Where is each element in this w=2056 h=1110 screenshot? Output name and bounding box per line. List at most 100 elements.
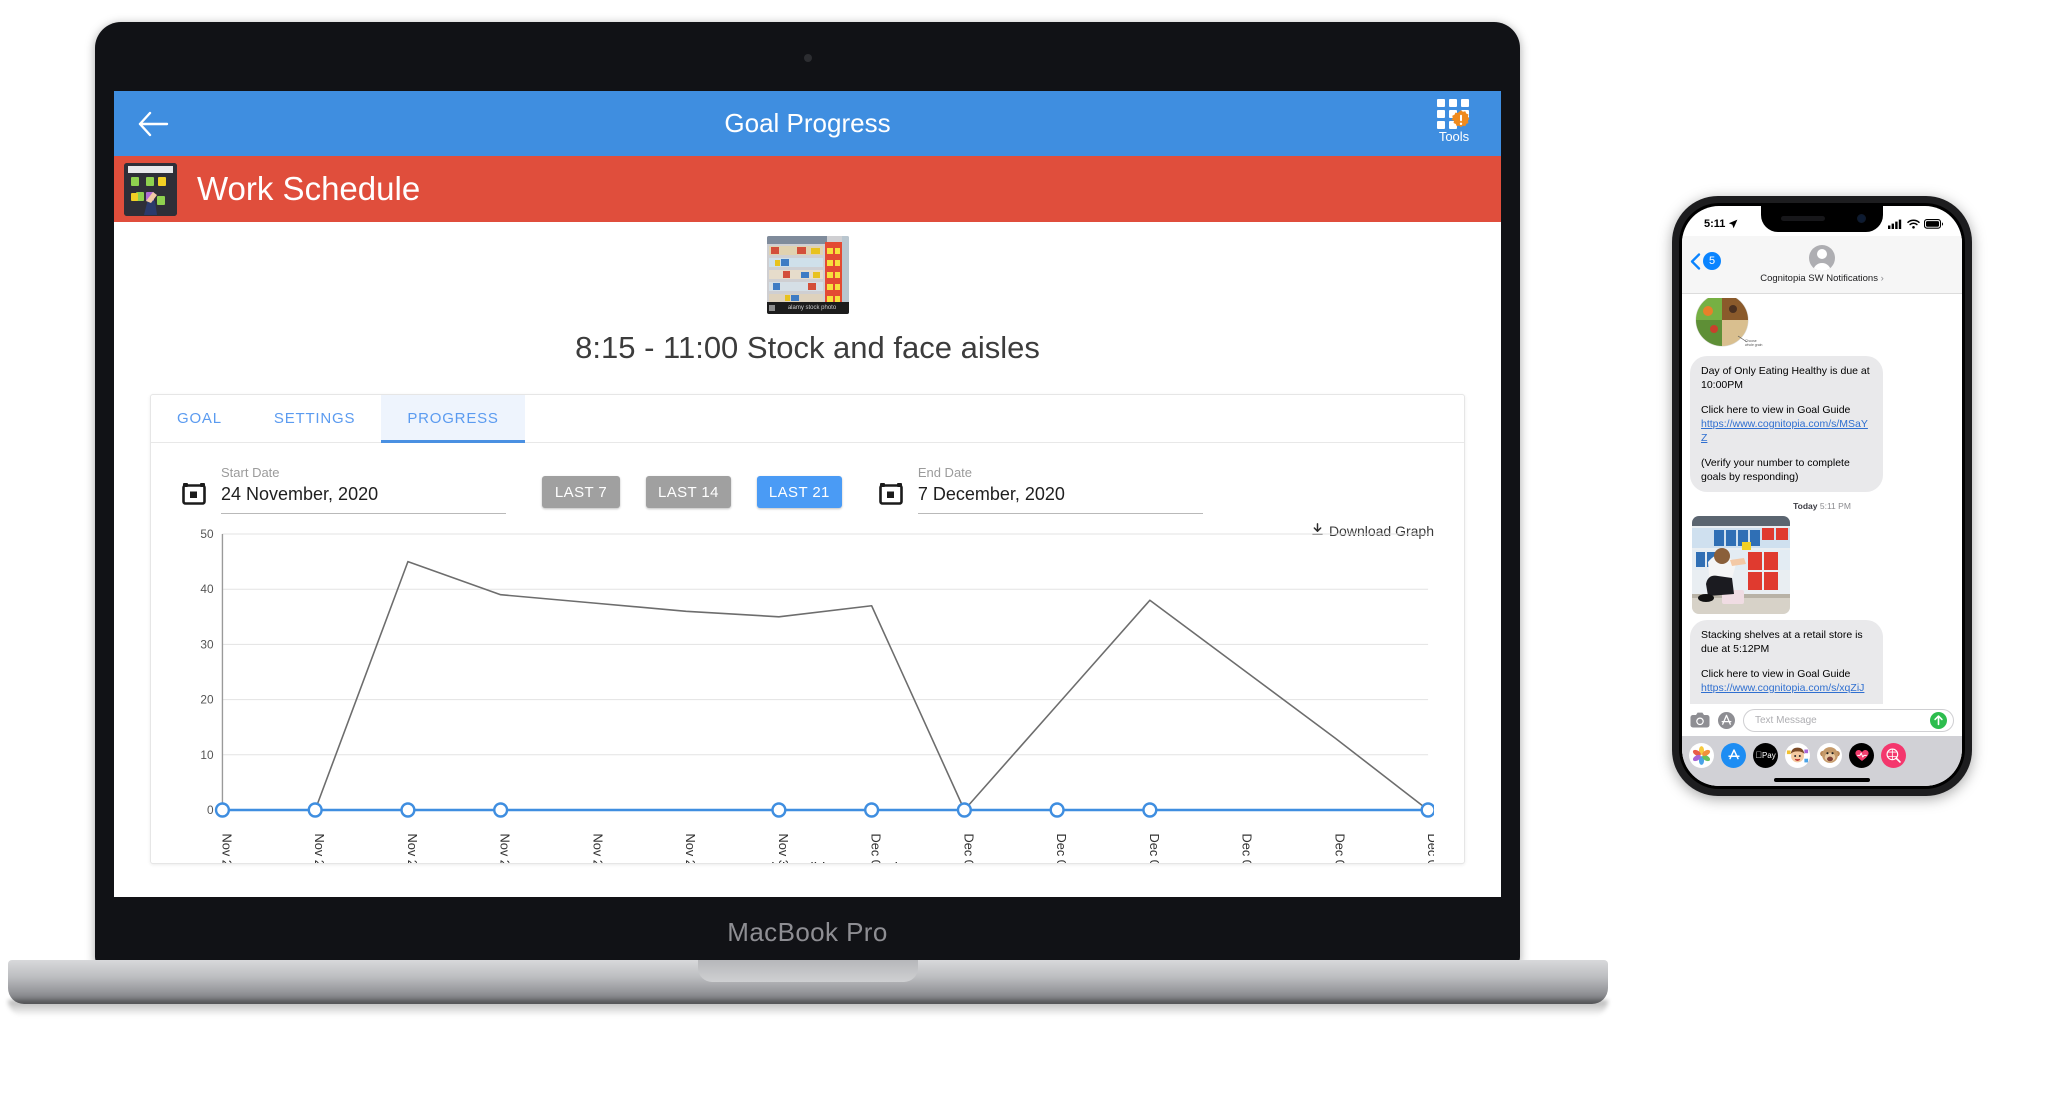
healthy-plate-image[interactable]: Choose whole grain [1692,298,1764,350]
back-arrow-icon[interactable] [136,109,170,139]
back-to-messages-button[interactable]: 5 [1690,252,1721,270]
tab-bar: GOAL SETTINGS PROGRESS [151,395,1464,443]
macbook-lid: Goal Progress Tools Work Schedule alamy … [95,22,1520,967]
timestamp-day: Today [1793,501,1818,511]
goal-hero: alamy stock photo 8:15 - 11:00 Stock and… [114,236,1501,366]
x-axis-tick: Nov 24 [219,833,234,864]
y-axis-tick: 10 [200,748,214,762]
app-store-icon[interactable] [1721,742,1746,768]
macbook-base-notch [697,960,918,982]
memoji-girl-icon[interactable] [1785,742,1810,768]
chart-data-point[interactable] [771,802,787,818]
calendar-icon [181,480,207,506]
tab-progress[interactable]: PROGRESS [381,395,526,443]
y-axis-tick: 50 [200,527,214,541]
goal-title: Work Schedule [197,170,421,207]
x-axis-tick: Dec 03 [1054,833,1069,864]
chart-data-point[interactable] [400,802,416,818]
start-date-field[interactable]: Start Date 24 November, 2020 [181,465,506,514]
wifi-icon [1907,219,1920,229]
app-store-icon[interactable] [1718,711,1735,729]
macbook-base-shadow [8,1000,1608,1016]
x-axis-tick: Dec 05 [1240,833,1255,864]
start-date-value[interactable]: 24 November, 2020 [221,484,506,514]
chart-series-line [221,560,1429,811]
contact-name[interactable]: Cognitopia SW Notifications › [1760,273,1884,284]
send-arrow-icon [1934,714,1943,725]
text-message-input[interactable]: Text Message [1743,708,1954,732]
location-arrow-icon [1729,219,1738,229]
chart-data-point[interactable] [493,802,509,818]
chart-data-point[interactable] [1049,802,1065,818]
monkey-emoji-icon[interactable] [1817,742,1842,768]
camera-icon[interactable] [1690,712,1710,728]
conversation-header: 5 Cognitopia SW Notifications › [1682,236,1962,294]
home-indicator [1682,774,1962,786]
chart-data-point[interactable] [1420,802,1436,818]
chart-data-point[interactable] [1142,802,1158,818]
x-axis-tick: Nov 25 [312,833,327,864]
message-bubble[interactable]: Day of Only Eating Healthy is due at 10:… [1690,356,1883,492]
music-search-icon[interactable] [1881,742,1906,768]
start-date-label: Start Date [221,465,280,480]
progress-chart: 0 10 20 30 40 50 Nov 24 Nov 25 Nov 26 Nov 27 Nov … [181,524,1436,863]
page-title: Goal Progress [724,108,891,138]
goal-guide-link[interactable]: https://www.cognitopia.com/s/xqZiJ [1701,682,1864,694]
message-line: Stacking shelves at a retail store is du… [1701,629,1863,655]
tools-button[interactable]: Tools [1429,99,1479,151]
chart-data-point[interactable] [307,802,323,818]
calendar-icon [878,480,904,506]
svg-text:whole grain: whole grain [1745,343,1762,347]
work-schedule-thumbnail [124,162,177,216]
end-date-value[interactable]: 7 December, 2020 [917,484,1203,514]
x-axis-tick: Nov 29 [683,833,698,864]
message-thread[interactable]: Choose whole grain Day of Only Eating He… [1682,294,1962,704]
range-last-7-button[interactable]: LAST 7 [542,476,620,508]
chart-data-point[interactable] [956,802,972,818]
goal-guide-link[interactable]: https://www.cognitopia.com/s/MSaYZ [1701,418,1868,444]
x-axis-tick: Nov 30 [776,833,791,864]
app-top-bar: Goal Progress Tools [114,91,1501,156]
status-time: 5:11 [1704,218,1726,230]
webcam-icon [803,54,812,62]
tab-settings[interactable]: SETTINGS [248,395,381,442]
x-axis-tick: Dec 06 [1332,833,1347,864]
message-line: (Verify your number to complete goals by… [1701,457,1850,483]
goal-header-bar: Work Schedule [114,156,1501,222]
send-button[interactable] [1930,711,1947,729]
avatar[interactable] [1809,245,1835,271]
chart-data-point[interactable] [214,802,231,818]
goal-progress-app: Goal Progress Tools Work Schedule alamy … [114,91,1501,897]
macbook-device: Goal Progress Tools Work Schedule alamy … [8,22,1608,1016]
range-last-21-button[interactable]: LAST 21 [756,476,842,508]
tab-goal[interactable]: GOAL [151,395,248,442]
chart-data-point[interactable] [864,802,880,818]
message-line: Click here to view in Goal Guide [1701,668,1851,680]
end-date-label: End Date [917,465,973,480]
iphone-frame: 5:11 5 Cognitopia SW Notifications › Cho… [1672,196,1972,796]
x-axis-tick: Dec 01 [869,833,884,864]
photos-icon[interactable] [1689,742,1714,768]
message-item: Choose whole grain Day of Only Eating He… [1690,298,1954,492]
y-axis-tick: 30 [200,637,214,651]
iphone-bezel: 5:11 5 Cognitopia SW Notifications › Cho… [1679,203,1965,789]
range-last-14-button[interactable]: LAST 14 [646,476,731,508]
timestamp-time: 5:11 PM [1819,501,1851,511]
end-date-field[interactable]: End Date 7 December, 2020 [878,465,1203,514]
apple-pay-icon[interactable]: Pay [1753,742,1778,768]
fitness-heart-icon[interactable] [1849,742,1874,768]
range-button-group: LAST 7 LAST 14 LAST 21 [542,476,842,508]
iphone-device: 5:11 5 Cognitopia SW Notifications › Cho… [1672,196,1972,796]
imessage-app-strip[interactable]: Pay [1682,736,1962,774]
stacking-shelves-image[interactable] [1692,516,1790,614]
message-line: Day of Only Eating Healthy is due at 10:… [1701,365,1870,391]
goal-image: alamy stock photo [766,236,849,314]
message-timestamp: Today 5:11 PM [1690,501,1954,511]
iphone-status-bar: 5:11 [1682,206,1962,236]
x-axis-tick: Dec 07 [1425,833,1434,864]
battery-icon [1924,219,1944,229]
message-bubble[interactable]: Stacking shelves at a retail store is du… [1690,620,1883,704]
x-axis-tick: Nov 26 [405,833,420,864]
chevron-left-icon [1690,252,1701,270]
cellular-bars-icon [1888,219,1902,229]
